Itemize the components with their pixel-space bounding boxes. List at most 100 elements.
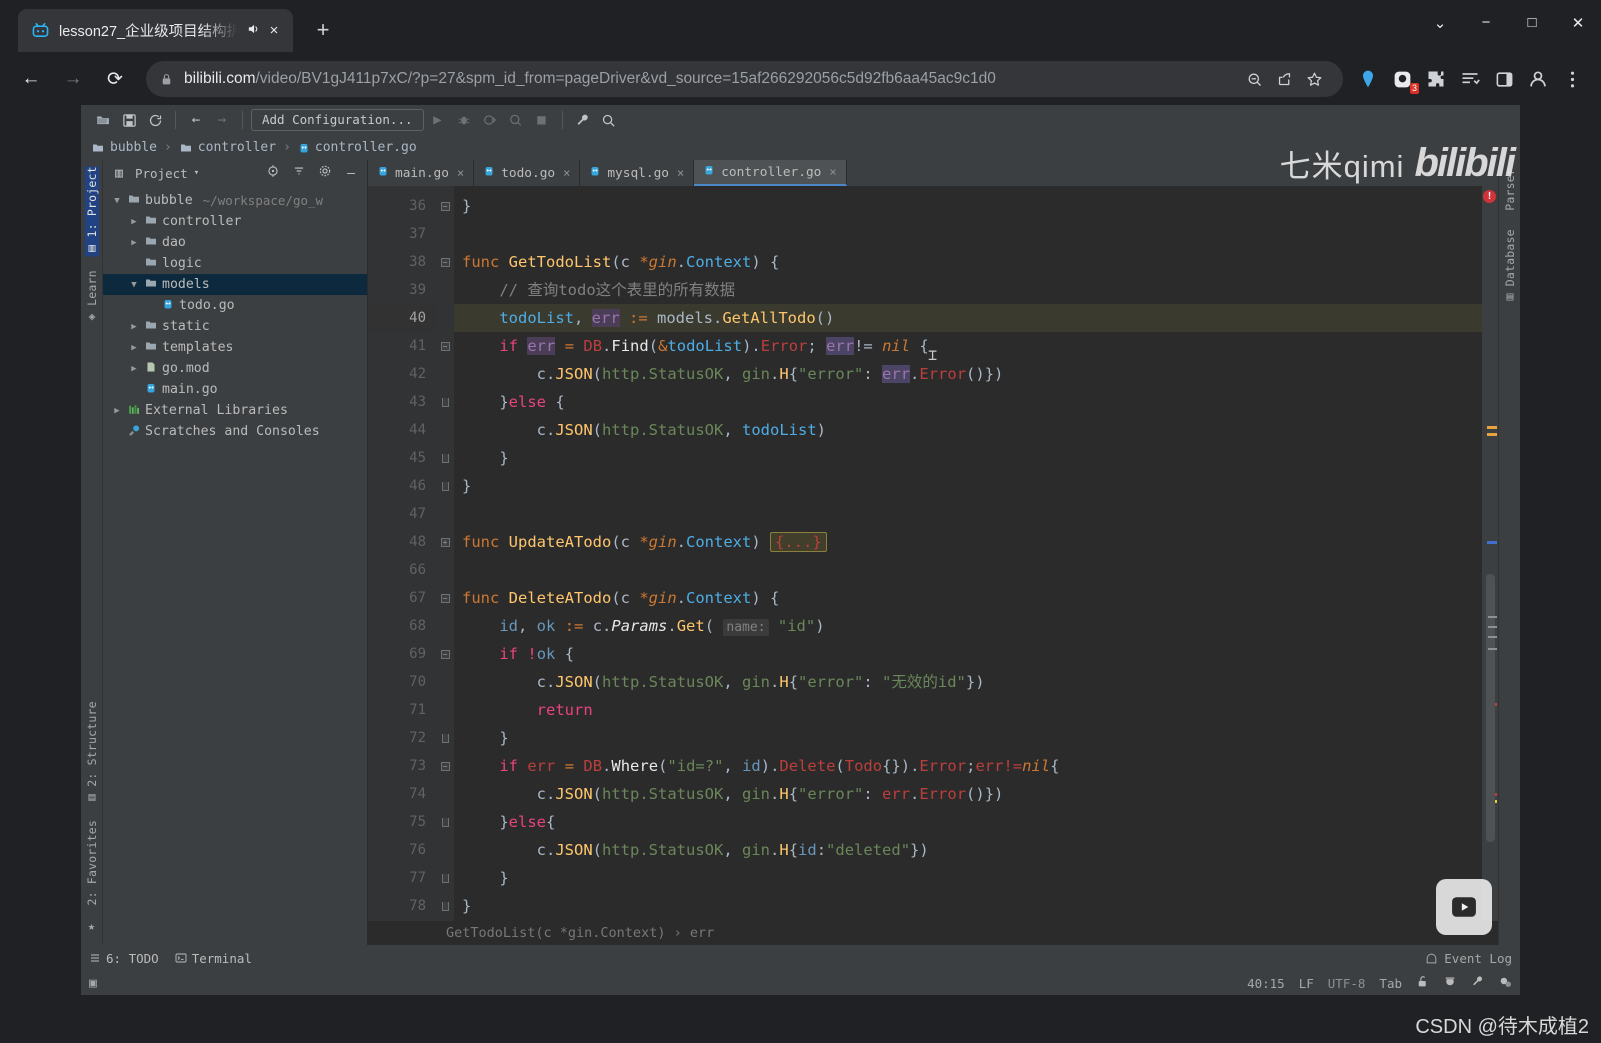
- locate-icon[interactable]: [263, 164, 283, 182]
- code-line[interactable]: [454, 220, 1482, 248]
- maximize-button[interactable]: □: [1509, 0, 1555, 45]
- fold-marker[interactable]: [436, 472, 454, 500]
- close-icon[interactable]: ×: [677, 166, 684, 180]
- project-panel-title[interactable]: Project: [135, 166, 188, 181]
- run-configuration-selector[interactable]: Add Configuration...: [251, 109, 424, 131]
- wrench-icon[interactable]: [1471, 975, 1484, 991]
- folded-code-region[interactable]: {...}: [770, 532, 827, 552]
- line-number[interactable]: 67: [368, 584, 436, 612]
- code-line[interactable]: return: [454, 696, 1482, 724]
- chevron-right-icon[interactable]: ▶: [126, 238, 142, 248]
- line-number[interactable]: 47: [368, 500, 436, 528]
- line-number[interactable]: 74: [368, 780, 436, 808]
- chevron-right-icon[interactable]: ▶: [126, 343, 142, 353]
- search-everywhere-icon[interactable]: [597, 109, 621, 131]
- line-number[interactable]: 69: [368, 640, 436, 668]
- close-icon[interactable]: ×: [263, 20, 285, 42]
- sidebar-item-learn[interactable]: ◈ Learn: [85, 270, 99, 325]
- fold-marker[interactable]: −: [436, 640, 454, 668]
- code-line[interactable]: func DeleteATodo(c *gin.Context) {: [454, 584, 1482, 612]
- line-number[interactable]: 75: [368, 808, 436, 836]
- code-line[interactable]: c.JSON(http.StatusOK, todoList): [454, 416, 1482, 444]
- side-panel-icon[interactable]: [1487, 62, 1521, 96]
- fold-marker[interactable]: [436, 864, 454, 892]
- hide-panel-icon[interactable]: —: [341, 166, 361, 181]
- chevron-right-icon[interactable]: ▶: [126, 217, 142, 227]
- profiler-icon[interactable]: [504, 109, 528, 131]
- reload-icon[interactable]: ⟳: [96, 60, 134, 98]
- fold-marker[interactable]: [436, 892, 454, 920]
- tree-item-models[interactable]: ▼ models: [103, 274, 367, 295]
- sidebar-item-database[interactable]: ▤ Database: [1503, 229, 1517, 305]
- breadcrumb-item-bubble[interactable]: bubble: [91, 140, 157, 155]
- line-number[interactable]: 70: [368, 668, 436, 696]
- chevron-right-icon[interactable]: ▶: [126, 322, 142, 332]
- fold-marker[interactable]: −: [436, 248, 454, 276]
- sync-icon[interactable]: [143, 109, 167, 131]
- line-number[interactable]: 76: [368, 836, 436, 864]
- code-line[interactable]: }: [454, 864, 1482, 892]
- chevron-down-icon[interactable]: ▾: [194, 168, 199, 178]
- forward-arrow-icon[interactable]: →: [210, 109, 234, 131]
- caret-position[interactable]: 40:15: [1247, 976, 1285, 991]
- fold-marker[interactable]: [436, 808, 454, 836]
- close-icon[interactable]: ×: [457, 166, 464, 180]
- fold-marker[interactable]: −: [436, 752, 454, 780]
- minimize-button[interactable]: −: [1463, 0, 1509, 45]
- tree-item-todo-go[interactable]: todo.go: [103, 295, 367, 316]
- fold-marker[interactable]: −: [436, 192, 454, 220]
- settings-gear-icon[interactable]: [315, 164, 335, 182]
- code-line[interactable]: // 查询todo这个表里的所有数据: [454, 276, 1482, 304]
- reading-list-icon[interactable]: [1453, 62, 1487, 96]
- window-close-button[interactable]: ✕: [1555, 0, 1601, 45]
- line-separator[interactable]: LF: [1299, 976, 1314, 991]
- tree-item-go-mod[interactable]: ▶ go.mod: [103, 358, 367, 379]
- code-line[interactable]: c.JSON(http.StatusOK, gin.H{"error": "无效…: [454, 668, 1482, 696]
- tree-item-controller[interactable]: ▶ controller: [103, 211, 367, 232]
- notification-settings-icon[interactable]: [1498, 975, 1512, 991]
- tree-item-external-libraries[interactable]: ▶ External Libraries: [103, 400, 367, 421]
- chevron-right-icon[interactable]: ▶: [126, 364, 142, 374]
- line-number[interactable]: 39: [368, 276, 436, 304]
- address-bar[interactable]: bilibili.com/video/BV1gJ411p7xC/?p=27&sp…: [146, 61, 1343, 97]
- line-number[interactable]: 42: [368, 360, 436, 388]
- line-number[interactable]: 71: [368, 696, 436, 724]
- save-all-icon[interactable]: [117, 109, 141, 131]
- back-arrow-icon[interactable]: ←: [184, 109, 208, 131]
- fold-marker[interactable]: +: [436, 528, 454, 556]
- file-encoding[interactable]: UTF-8: [1328, 976, 1366, 991]
- error-indicator-icon[interactable]: !: [1483, 190, 1496, 203]
- collapse-all-icon[interactable]: [289, 164, 309, 182]
- star-icon[interactable]: [1299, 71, 1329, 88]
- code-line-current[interactable]: todoList, err := models.GetAllTodo(): [454, 304, 1482, 332]
- sidebar-item-favorites[interactable]: 2: Favorites: [85, 820, 99, 905]
- chevron-down-icon[interactable]: ▼: [126, 280, 142, 290]
- extensions-puzzle-icon[interactable]: [1419, 62, 1453, 96]
- tree-item-scratches-and-consoles[interactable]: Scratches and Consoles: [103, 421, 367, 442]
- editor-scrollbar-thumb[interactable]: [1486, 574, 1495, 842]
- line-number[interactable]: 45: [368, 444, 436, 472]
- inspector-icon[interactable]: [1443, 975, 1457, 991]
- lock-icon[interactable]: [160, 72, 173, 87]
- chrome-menu-icon[interactable]: [1555, 62, 1589, 96]
- back-icon[interactable]: ←: [12, 60, 50, 98]
- code-line[interactable]: if err = DB.Find(&todoList).Error; err!=…: [454, 332, 1482, 360]
- line-number[interactable]: 38: [368, 248, 436, 276]
- code-line[interactable]: }: [454, 192, 1482, 220]
- warning-mark[interactable]: [1487, 433, 1497, 436]
- stop-icon[interactable]: ■: [530, 109, 554, 131]
- line-number[interactable]: 73: [368, 752, 436, 780]
- code-line[interactable]: [454, 500, 1482, 528]
- code-editor[interactable]: } func GetTodoList(c *gin.Context) { // …: [454, 186, 1482, 921]
- chevron-right-icon[interactable]: ▶: [109, 406, 125, 416]
- line-number[interactable]: 40: [368, 304, 436, 332]
- line-number[interactable]: 41: [368, 332, 436, 360]
- tree-item-logic[interactable]: logic: [103, 253, 367, 274]
- star-icon[interactable]: ★: [88, 919, 95, 939]
- code-line[interactable]: }: [454, 724, 1482, 752]
- code-line[interactable]: if err = DB.Where("id=?", id).Delete(Tod…: [454, 752, 1482, 780]
- wrench-icon[interactable]: [571, 109, 595, 131]
- run-with-coverage-icon[interactable]: [478, 109, 502, 131]
- line-number[interactable]: 77: [368, 864, 436, 892]
- lock-open-icon[interactable]: [1416, 975, 1429, 991]
